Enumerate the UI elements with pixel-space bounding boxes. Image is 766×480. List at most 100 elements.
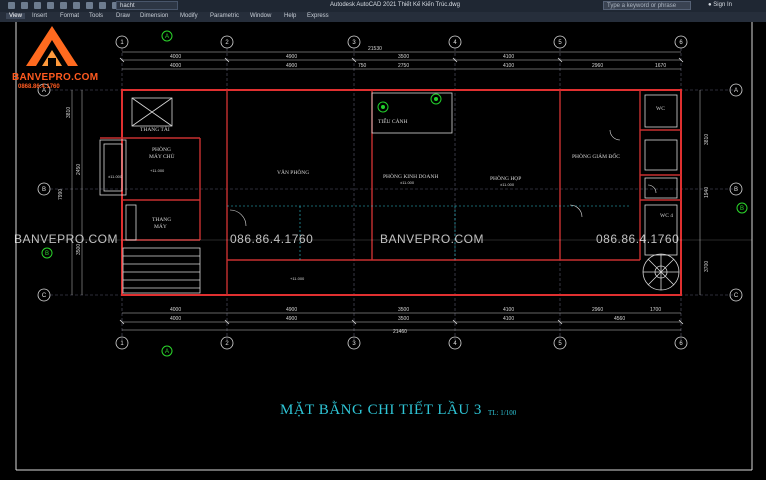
grid-bubble-b: B (42, 187, 46, 193)
dim-top-mid: 4100 (503, 54, 514, 60)
grid-bubble-c: C (734, 293, 739, 299)
dim-left: 2450 (76, 164, 82, 175)
sign-in-button[interactable]: ● Sign In (708, 2, 732, 8)
level-marker: ±11.000 (500, 182, 515, 187)
grid-bubble-2: 2 (225, 341, 229, 347)
undo-icon[interactable] (60, 2, 67, 9)
grid-bubble-3: 3 (352, 40, 356, 46)
grid-bubble-5: 5 (558, 40, 562, 46)
dim-bottom-mid: 3500 (398, 316, 409, 322)
room-label: VĂN PHÒNG (277, 168, 309, 176)
redo-icon[interactable] (73, 2, 80, 9)
save-icon[interactable] (34, 2, 41, 9)
grid-bubble-4: 4 (453, 341, 457, 347)
dim-right: 1940 (704, 187, 710, 198)
menu-parametric[interactable]: Parametric (210, 13, 239, 19)
grid-bubble-b: B (734, 187, 738, 193)
watermark-site: BANVEPRO.COM (14, 232, 119, 246)
room-label: THANG TẢI (140, 125, 170, 133)
room-label: PHÒNG HỌP (490, 174, 521, 182)
dim-bottom-inner: 2960 (592, 307, 603, 313)
room-label: WC 4 (660, 213, 673, 219)
menu-dimension[interactable]: Dimension (140, 13, 168, 19)
dim-right: 3700 (704, 261, 710, 272)
room-label: PHÒNG GIÁM ĐỐC (572, 152, 620, 160)
level-marker: ±11.000 (108, 174, 123, 179)
grid-bubble-c: C (42, 293, 47, 299)
svg-text:A: A (165, 34, 169, 40)
logo-name: BANVEPRO.COM (12, 72, 99, 83)
dim-top-inner: 2750 (398, 63, 409, 69)
layer-lock-icon[interactable] (99, 2, 106, 9)
room-label: WC (656, 106, 665, 112)
menu-modify[interactable]: Modify (180, 13, 198, 19)
plant-icon (377, 93, 442, 113)
grid-bubble-6: 6 (679, 40, 683, 46)
section-marker-a: A (161, 30, 173, 42)
level-marker: ±11.000 (400, 180, 415, 185)
dim-top-inner: 4100 (503, 63, 514, 69)
room-label: PHÒNG KINH DOANH (383, 172, 438, 180)
dim-top-mid: 1670 (655, 63, 666, 69)
layer-name: hacht (120, 3, 135, 9)
search-input[interactable]: Type a keyword or phrase (603, 1, 691, 10)
grid-bubble-2: 2 (225, 40, 229, 46)
room-label: MÁY CHỦ (149, 152, 175, 160)
plan-scale: TL: 1/100 (488, 409, 517, 417)
sign-in-label: Sign In (713, 2, 732, 8)
open-folder-icon[interactable] (21, 2, 28, 9)
search-placeholder: Type a keyword or phrase (607, 3, 677, 9)
dim-bottom-mid: 4100 (503, 316, 514, 322)
dim-top-mid: 4000 (170, 54, 181, 60)
menu-bar: View Insert Format Tools Draw Dimension … (0, 12, 766, 22)
grid-bubble-a: A (734, 88, 738, 94)
watermark-phone: 086.86.4.1760 (596, 232, 680, 246)
dim-top-mid: 3500 (398, 54, 409, 60)
title-bar: hacht Autodesk AutoCAD 2021 Thiết Kế Kiế… (0, 0, 766, 12)
menu-help[interactable]: Help (284, 13, 296, 19)
logo-phone: 0868.86.4.1760 (18, 84, 60, 90)
dim-bottom-mid: 4000 (170, 316, 181, 322)
grid-bubble-5: 5 (558, 341, 562, 347)
new-file-icon[interactable] (8, 2, 15, 9)
dim-top-total: 21530 (368, 46, 382, 52)
dim-bottom-total: 21460 (393, 329, 407, 335)
dim-bottom-mid: 4560 (614, 316, 625, 322)
dim-left: 3810 (66, 107, 72, 118)
dim-bottom-mid: 4900 (286, 316, 297, 322)
grid-bubble-1: 1 (120, 341, 124, 347)
dim-bottom-inner: 1700 (650, 307, 661, 313)
grid-bubble-6: 6 (679, 341, 683, 347)
user-icon: ● (708, 2, 712, 8)
menu-express[interactable]: Express (307, 13, 329, 19)
room-label: TIỂU CẢNH (378, 117, 408, 125)
quick-access-toolbar (8, 2, 119, 9)
print-icon[interactable] (47, 2, 54, 9)
watermark-site: BANVEPRO.COM (380, 232, 485, 246)
room-label: PHÒNG (152, 145, 171, 153)
dim-left: 7990 (58, 189, 64, 200)
dim-right: 3810 (704, 134, 710, 145)
dim-top-mid: 2960 (592, 63, 603, 69)
svg-text:B: B (45, 251, 49, 257)
window-title: Autodesk AutoCAD 2021 Thiết Kế Kiến Trúc… (330, 2, 460, 8)
grid-bubble-4: 4 (453, 40, 457, 46)
dim-top-mid: 4900 (286, 54, 297, 60)
menu-window[interactable]: Window (250, 13, 271, 19)
dim-bottom-inner: 4100 (503, 307, 514, 313)
svg-text:A: A (165, 349, 169, 355)
svg-text:B: B (740, 206, 744, 212)
room-label: MÁY (154, 222, 167, 230)
menu-draw[interactable]: Draw (116, 13, 130, 19)
layer-dropdown[interactable]: hacht (116, 1, 178, 10)
watermark-phone: 086.86.4.1760 (230, 232, 314, 246)
section-marker-b: B (736, 202, 748, 214)
dim-bottom-inner: 4000 (170, 307, 181, 313)
level-marker: +11.000 (150, 168, 165, 173)
grid-bubble-3: 3 (352, 341, 356, 347)
section-marker-a: A (161, 345, 173, 357)
dim-top-inner: 4000 (170, 63, 181, 69)
layer-state-icon[interactable] (86, 2, 93, 9)
level-marker: +11.000 (290, 276, 305, 281)
section-marker-b: B (41, 247, 53, 259)
